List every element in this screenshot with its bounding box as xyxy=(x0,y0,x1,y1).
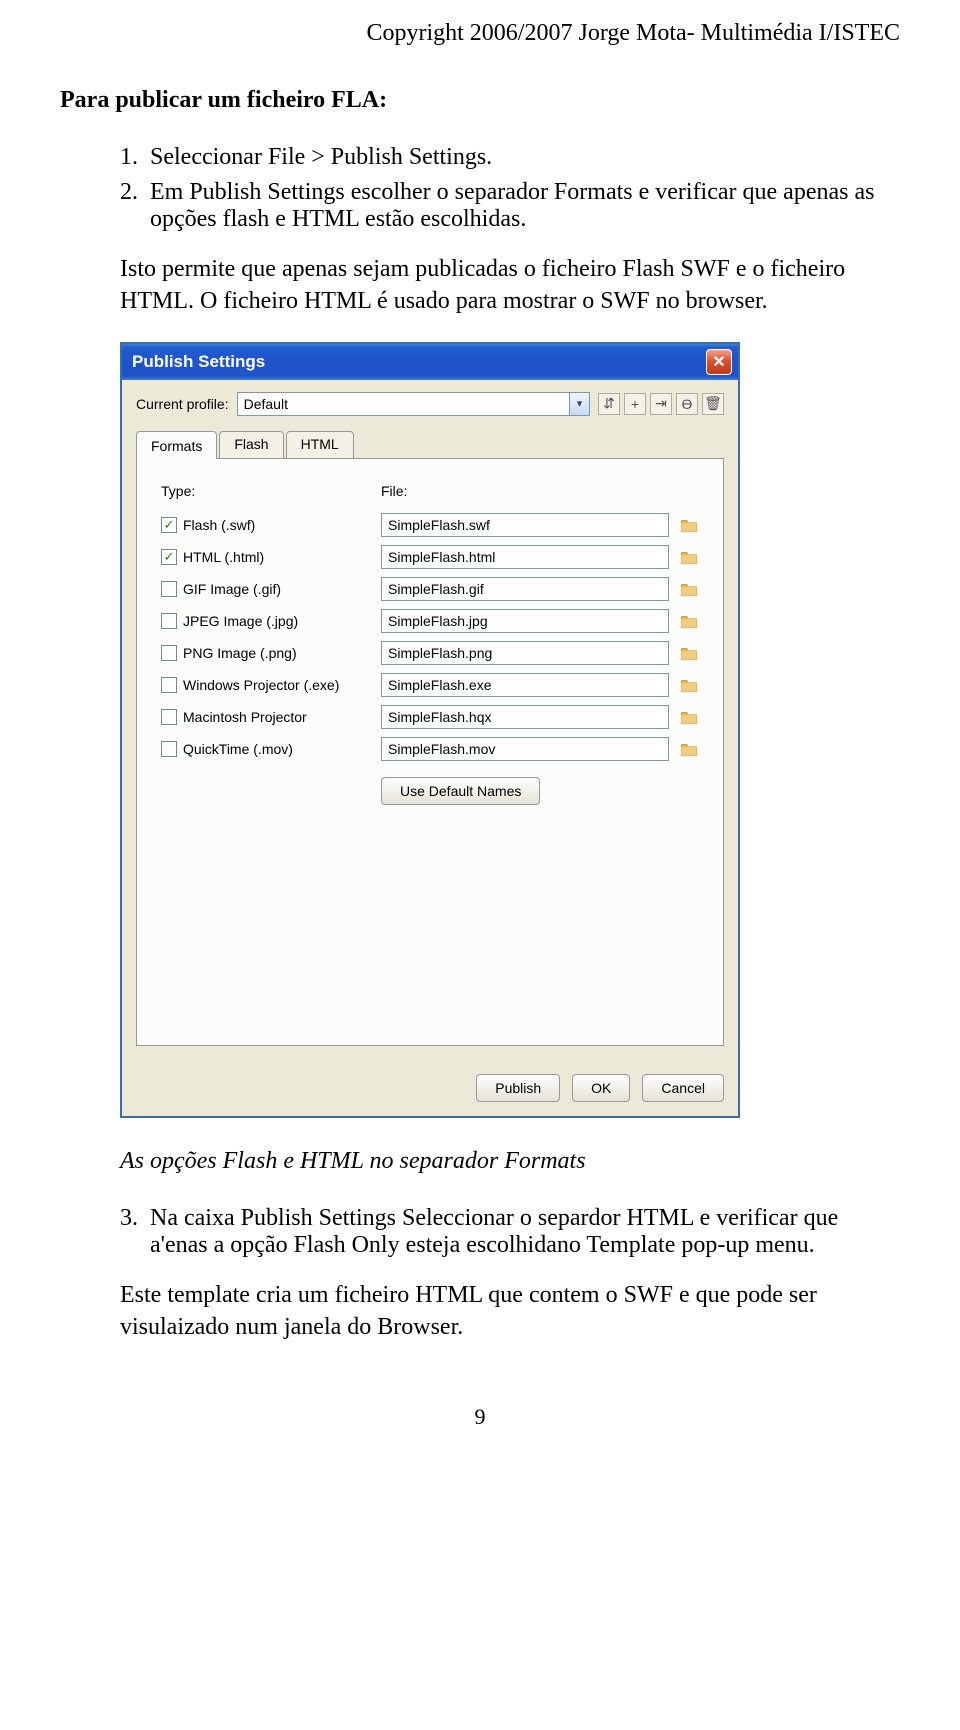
use-default-names-button[interactable]: Use Default Names xyxy=(381,777,540,805)
publish-button[interactable]: Publish xyxy=(476,1074,560,1102)
instruction-list: 3. Na caixa Publish Settings Seleccionar… xyxy=(120,1205,900,1259)
rename-profile-icon[interactable]: ϴ xyxy=(676,393,698,415)
filename-input[interactable]: SimpleFlash.swf xyxy=(381,513,669,537)
filename-input[interactable]: SimpleFlash.jpg xyxy=(381,609,669,633)
body-paragraph: Isto permite que apenas sejam publicadas… xyxy=(120,253,900,318)
format-checkbox[interactable] xyxy=(161,741,177,757)
tab-formats[interactable]: Formats xyxy=(136,431,217,459)
format-checkbox[interactable] xyxy=(161,581,177,597)
format-row: PNG Image (.png) SimpleFlash.png xyxy=(161,637,699,669)
duplicate-profile-icon[interactable]: ⇥ xyxy=(650,393,672,415)
format-checkbox[interactable] xyxy=(161,549,177,565)
format-label: HTML (.html) xyxy=(183,549,264,565)
format-row: HTML (.html) SimpleFlash.html xyxy=(161,541,699,573)
format-checkbox[interactable] xyxy=(161,517,177,533)
list-item: 2. Em Publish Settings escolher o separa… xyxy=(120,179,900,233)
profile-row: Current profile: Default ▾ ⇵ + ⇥ ϴ 🗑 xyxy=(136,392,724,416)
format-row: Windows Projector (.exe) SimpleFlash.exe xyxy=(161,669,699,701)
format-row: Flash (.swf) SimpleFlash.swf xyxy=(161,509,699,541)
browse-folder-icon[interactable] xyxy=(679,580,699,598)
browse-folder-icon[interactable] xyxy=(679,708,699,726)
format-label: JPEG Image (.jpg) xyxy=(183,613,298,629)
type-header: Type: xyxy=(161,483,381,499)
delete-profile-icon[interactable]: 🗑 xyxy=(702,393,724,415)
format-row: GIF Image (.gif) SimpleFlash.gif xyxy=(161,573,699,605)
ok-button[interactable]: OK xyxy=(572,1074,630,1102)
publish-settings-dialog: Publish Settings ✕ Current profile: Defa… xyxy=(120,342,740,1118)
filename-input[interactable]: SimpleFlash.html xyxy=(381,545,669,569)
list-item-text: Em Publish Settings escolher o separador… xyxy=(150,179,900,233)
format-row: JPEG Image (.jpg) SimpleFlash.jpg xyxy=(161,605,699,637)
add-profile-icon[interactable]: + xyxy=(624,393,646,415)
filename-input[interactable]: SimpleFlash.exe xyxy=(381,673,669,697)
body-paragraph: Este template cria um ficheiro HTML que … xyxy=(120,1279,900,1344)
browse-folder-icon[interactable] xyxy=(679,644,699,662)
section-heading: Para publicar um ficheiro FLA: xyxy=(60,87,900,114)
page-number: 9 xyxy=(60,1404,900,1430)
profile-dropdown[interactable]: Default ▾ xyxy=(237,392,590,416)
copyright-line: Copyright 2006/2007 Jorge Mota- Multiméd… xyxy=(60,20,900,47)
list-item-text: Na caixa Publish Settings Seleccionar o … xyxy=(150,1205,900,1259)
browse-folder-icon[interactable] xyxy=(679,612,699,630)
list-item-number: 2. xyxy=(120,179,150,233)
filename-input[interactable]: SimpleFlash.gif xyxy=(381,577,669,601)
format-row: Macintosh Projector SimpleFlash.hqx xyxy=(161,701,699,733)
format-label: GIF Image (.gif) xyxy=(183,581,281,597)
tab-html[interactable]: HTML xyxy=(286,431,354,459)
close-icon: ✕ xyxy=(712,352,725,372)
browse-folder-icon[interactable] xyxy=(679,676,699,694)
format-checkbox[interactable] xyxy=(161,709,177,725)
list-item: 3. Na caixa Publish Settings Seleccionar… xyxy=(120,1205,900,1259)
list-item-number: 1. xyxy=(120,144,150,171)
format-checkbox[interactable] xyxy=(161,645,177,661)
list-item-text: Seleccionar File > Publish Settings. xyxy=(150,144,492,171)
dialog-footer: Publish OK Cancel xyxy=(122,1060,738,1116)
format-label: Windows Projector (.exe) xyxy=(183,677,339,693)
format-label: QuickTime (.mov) xyxy=(183,741,293,757)
profile-value: Default xyxy=(244,396,288,412)
titlebar: Publish Settings ✕ xyxy=(122,344,738,380)
browse-folder-icon[interactable] xyxy=(679,516,699,534)
formats-panel: Type: File: Flash (.swf) SimpleFlash.swf H… xyxy=(136,458,724,1046)
format-checkbox[interactable] xyxy=(161,613,177,629)
browse-folder-icon[interactable] xyxy=(679,548,699,566)
filename-input[interactable]: SimpleFlash.hqx xyxy=(381,705,669,729)
cancel-button[interactable]: Cancel xyxy=(642,1074,724,1102)
profile-toolbar: ⇵ + ⇥ ϴ 🗑 xyxy=(598,393,724,415)
tab-strip: Formats Flash HTML xyxy=(136,431,724,459)
filename-input[interactable]: SimpleFlash.png xyxy=(381,641,669,665)
import-export-icon[interactable]: ⇵ xyxy=(598,393,620,415)
column-headers: Type: File: xyxy=(161,483,699,499)
format-checkbox[interactable] xyxy=(161,677,177,693)
tab-flash[interactable]: Flash xyxy=(219,431,283,459)
browse-folder-icon[interactable] xyxy=(679,740,699,758)
file-header: File: xyxy=(381,483,407,499)
format-label: Flash (.swf) xyxy=(183,517,255,533)
window-title: Publish Settings xyxy=(132,352,265,372)
format-row: QuickTime (.mov) SimpleFlash.mov xyxy=(161,733,699,765)
format-label: Macintosh Projector xyxy=(183,709,307,725)
filename-input[interactable]: SimpleFlash.mov xyxy=(381,737,669,761)
list-item: 1. Seleccionar File > Publish Settings. xyxy=(120,144,900,171)
format-label: PNG Image (.png) xyxy=(183,645,297,661)
chevron-down-icon: ▾ xyxy=(569,393,589,415)
list-item-number: 3. xyxy=(120,1205,150,1259)
figure-caption: As opções Flash e HTML no separador Form… xyxy=(120,1148,900,1175)
close-button[interactable]: ✕ xyxy=(706,349,732,375)
instruction-list: 1. Seleccionar File > Publish Settings. … xyxy=(120,144,900,233)
profile-label: Current profile: xyxy=(136,396,229,412)
